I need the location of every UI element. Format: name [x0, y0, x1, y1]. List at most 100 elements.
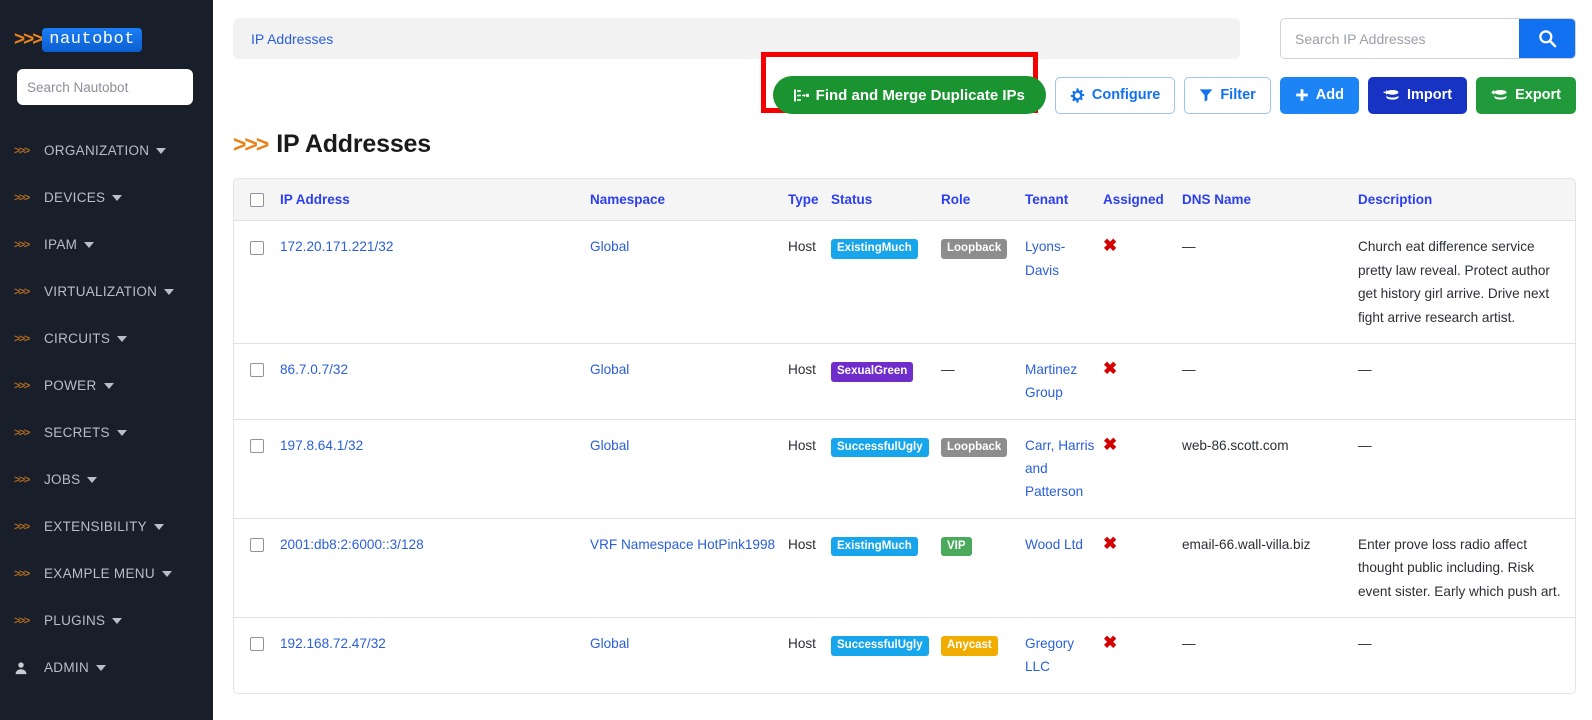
- row-checkbox[interactable]: [250, 363, 264, 377]
- chevrons-icon: >>>: [14, 427, 44, 439]
- cell-assigned: ✖: [1103, 221, 1182, 344]
- app-root: >>> nautobot >>> ORGANIZATION >>> DEVICE…: [0, 0, 1592, 720]
- column-label[interactable]: Tenant: [1025, 192, 1068, 207]
- cell-namespace: Global: [590, 343, 788, 419]
- column-header-dns-name[interactable]: DNS Name: [1182, 179, 1358, 221]
- sidebar-search-input[interactable]: [17, 69, 193, 105]
- chevron-down-icon: [112, 618, 122, 624]
- column-label[interactable]: Assigned: [1103, 192, 1164, 207]
- sidebar-item-secrets[interactable]: >>> SECRETS: [0, 409, 213, 456]
- cell-namespace: Global: [590, 617, 788, 692]
- chevrons-icon: >>>: [14, 615, 44, 627]
- search-input[interactable]: [1281, 19, 1519, 58]
- ip-addresses-table-container: IP Address Namespace Type Status Role Te…: [233, 178, 1576, 694]
- sidebar-item-label: SECRETS: [44, 425, 110, 440]
- select-all-checkbox[interactable]: [250, 193, 264, 207]
- column-label[interactable]: Role: [941, 192, 970, 207]
- tenant-link[interactable]: Martinez Group: [1025, 362, 1077, 400]
- sidebar-item-ipam[interactable]: >>> IPAM: [0, 221, 213, 268]
- column-header-description[interactable]: Description: [1358, 179, 1575, 221]
- column-header-tenant[interactable]: Tenant: [1025, 179, 1103, 221]
- search-button[interactable]: [1519, 19, 1575, 58]
- role-badge: VIP: [941, 537, 972, 557]
- column-header-assigned[interactable]: Assigned: [1103, 179, 1182, 221]
- namespace-link[interactable]: Global: [590, 362, 629, 377]
- brand-logo[interactable]: >>> nautobot: [0, 0, 213, 52]
- ip-address-link[interactable]: 86.7.0.7/32: [280, 362, 348, 377]
- row-checkbox[interactable]: [250, 538, 264, 552]
- sidebar-item-jobs[interactable]: >>> JOBS: [0, 456, 213, 503]
- column-header-namespace[interactable]: Namespace: [590, 179, 788, 221]
- chevron-down-icon: [87, 477, 97, 483]
- plus-icon: [1295, 88, 1309, 102]
- cell-type: Host: [788, 343, 831, 419]
- tenant-link[interactable]: Wood Ltd: [1025, 537, 1083, 552]
- ip-address-link[interactable]: 2001:db8:2:6000::3/128: [280, 537, 424, 552]
- column-label[interactable]: IP Address: [280, 192, 350, 207]
- cell-status: SuccessfulUgly: [831, 617, 941, 692]
- ip-address-link[interactable]: 192.168.72.47/32: [280, 636, 386, 651]
- column-label[interactable]: Namespace: [590, 192, 665, 207]
- export-button-label: Export: [1515, 88, 1561, 103]
- cell-namespace: Global: [590, 419, 788, 518]
- table-row: 192.168.72.47/32 Global Host SuccessfulU…: [234, 617, 1575, 692]
- import-button-label: Import: [1407, 88, 1452, 103]
- cell-ip-address: 2001:db8:2:6000::3/128: [280, 518, 590, 617]
- sidebar-item-organization[interactable]: >>> ORGANIZATION: [0, 127, 213, 174]
- table-head: IP Address Namespace Type Status Role Te…: [234, 179, 1575, 221]
- configure-button[interactable]: Configure: [1055, 77, 1175, 114]
- row-checkbox[interactable]: [250, 637, 264, 651]
- column-label[interactable]: DNS Name: [1182, 192, 1251, 207]
- import-button[interactable]: Import: [1368, 77, 1467, 114]
- breadcrumb-item-ip-addresses[interactable]: IP Addresses: [251, 31, 333, 47]
- status-badge: SuccessfulUgly: [831, 438, 929, 458]
- find-and-merge-duplicate-ips-button[interactable]: Find and Merge Duplicate IPs: [773, 76, 1046, 114]
- sidebar-item-extensibility[interactable]: >>> EXTENSIBILITY: [0, 503, 213, 550]
- namespace-link[interactable]: VRF Namespace HotPink1998: [590, 537, 775, 552]
- sidebar-item-plugins[interactable]: >>> PLUGINS: [0, 597, 213, 644]
- cell-ip-address: 192.168.72.47/32: [280, 617, 590, 692]
- cell-dns-name: —: [1182, 343, 1358, 419]
- cell-role: Anycast: [941, 617, 1025, 692]
- cell-role: Loopback: [941, 221, 1025, 344]
- row-checkbox[interactable]: [250, 439, 264, 453]
- cell-role: —: [941, 343, 1025, 419]
- ip-search[interactable]: [1280, 18, 1576, 59]
- cell-ip-address: 86.7.0.7/32: [280, 343, 590, 419]
- cell-dns-name: —: [1182, 617, 1358, 692]
- table-body: 172.20.171.221/32 Global Host ExistingMu…: [234, 221, 1575, 693]
- chevrons-icon: >>>: [14, 239, 44, 251]
- column-header-role[interactable]: Role: [941, 179, 1025, 221]
- role-badge: Anycast: [941, 636, 998, 656]
- sidebar-item-devices[interactable]: >>> DEVICES: [0, 174, 213, 221]
- tenant-link[interactable]: Lyons-Davis: [1025, 239, 1065, 277]
- export-button[interactable]: Export: [1476, 77, 1576, 114]
- sidebar-item-circuits[interactable]: >>> CIRCUITS: [0, 315, 213, 362]
- column-header-type[interactable]: Type: [788, 179, 831, 221]
- tenant-link[interactable]: Gregory LLC: [1025, 636, 1074, 674]
- namespace-link[interactable]: Global: [590, 438, 629, 453]
- user-icon: [14, 661, 44, 675]
- column-header-status[interactable]: Status: [831, 179, 941, 221]
- add-button[interactable]: Add: [1280, 77, 1359, 114]
- column-label[interactable]: Description: [1358, 192, 1432, 207]
- column-label[interactable]: Status: [831, 192, 872, 207]
- sidebar-item-virtualization[interactable]: >>> VIRTUALIZATION: [0, 268, 213, 315]
- row-checkbox[interactable]: [250, 241, 264, 255]
- namespace-link[interactable]: Global: [590, 239, 629, 254]
- sidebar-item-admin[interactable]: ADMIN: [0, 644, 213, 691]
- namespace-link[interactable]: Global: [590, 636, 629, 651]
- sidebar-item-example-menu[interactable]: >>> EXAMPLE MENU: [0, 550, 213, 597]
- filter-button[interactable]: Filter: [1184, 77, 1270, 114]
- cell-role: VIP: [941, 518, 1025, 617]
- action-toolbar: Find and Merge Duplicate IPs Configure: [213, 59, 1592, 114]
- column-header-ip-address[interactable]: IP Address: [280, 179, 590, 221]
- chevrons-icon: >>>: [14, 286, 44, 298]
- ip-address-link[interactable]: 197.8.64.1/32: [280, 438, 363, 453]
- tenant-link[interactable]: Carr, Harris and Patterson: [1025, 438, 1094, 500]
- table-row: 197.8.64.1/32 Global Host SuccessfulUgly…: [234, 419, 1575, 518]
- column-label[interactable]: Type: [788, 192, 819, 207]
- ip-address-link[interactable]: 172.20.171.221/32: [280, 239, 393, 254]
- sidebar-item-power[interactable]: >>> POWER: [0, 362, 213, 409]
- sidebar-search[interactable]: [17, 69, 193, 105]
